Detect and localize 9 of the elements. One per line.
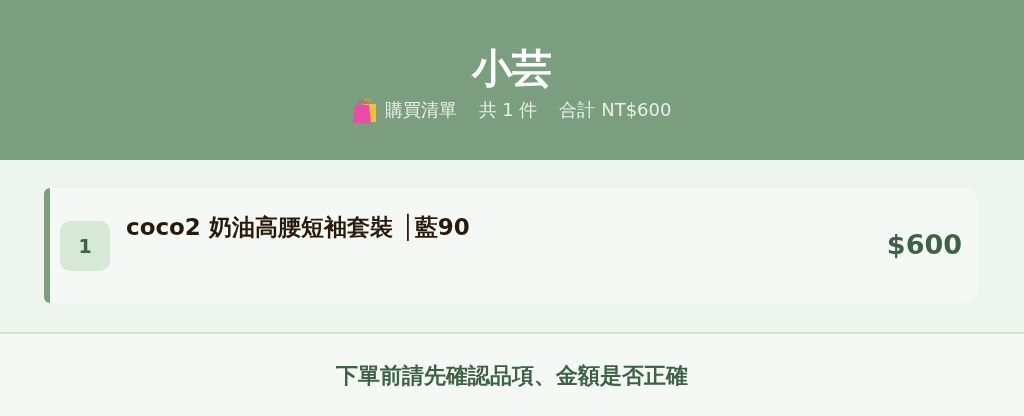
item-name: coco2 奶油高腰短袖套裝 │藍90 xyxy=(126,212,471,243)
total-amount: 合計 NT$600 xyxy=(559,98,672,122)
item-index: 1 xyxy=(60,221,110,271)
page-title: 小芸 xyxy=(472,44,552,93)
footer-note: 下單前請先確認品項、金額是否正確 xyxy=(336,362,688,390)
item-price: $600 xyxy=(886,229,962,260)
list-label: 購買清單 xyxy=(384,98,457,122)
shopping-bags-icon xyxy=(352,96,379,124)
item-count: 共 1 件 xyxy=(478,98,538,122)
